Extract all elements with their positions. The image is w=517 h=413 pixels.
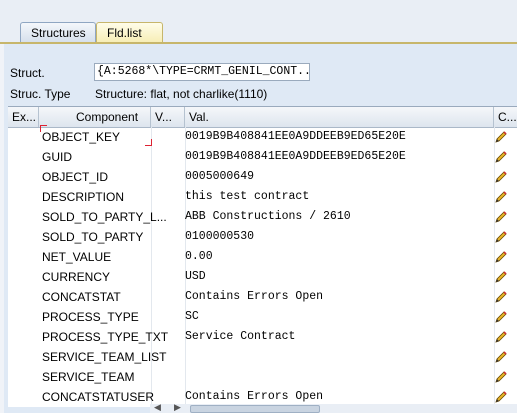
component-cell[interactable]: CONCATSTATUSER bbox=[42, 390, 154, 404]
value-cell[interactable]: 0.00 bbox=[185, 250, 213, 263]
component-cell[interactable]: DESCRIPTION bbox=[42, 190, 124, 204]
pencil-icon[interactable] bbox=[493, 329, 509, 345]
pencil-icon[interactable] bbox=[493, 149, 509, 165]
table-row[interactable]: NET_VALUE 0.00 bbox=[8, 247, 517, 267]
table-row[interactable]: SERVICE_TEAM bbox=[8, 367, 517, 387]
pencil-icon[interactable] bbox=[493, 289, 509, 305]
value-cell[interactable]: SC bbox=[185, 310, 199, 323]
component-cell[interactable]: CONCATSTAT bbox=[42, 290, 121, 304]
value-cell[interactable]: this test contract bbox=[185, 190, 309, 203]
value-cell[interactable]: Service Contract bbox=[185, 330, 295, 343]
struct-label: Struct. bbox=[10, 66, 45, 80]
pencil-icon[interactable] bbox=[493, 229, 509, 245]
table-row[interactable]: GUID 0019B9B408841EE0A9DDEEB9ED65E20E bbox=[8, 147, 517, 167]
table-row[interactable]: PROCESS_TYPE SC bbox=[8, 307, 517, 327]
pencil-icon[interactable] bbox=[493, 249, 509, 265]
tab-fld-list[interactable]: Fld.list bbox=[96, 22, 163, 42]
column-header-c[interactable]: C... bbox=[494, 107, 517, 127]
value-cell[interactable]: 0019B9B408841EE0A9DDEEB9ED65E20E bbox=[185, 150, 406, 163]
table-row[interactable]: OBJECT_ID 0005000649 bbox=[8, 167, 517, 187]
value-cell[interactable]: Contains Errors Open bbox=[185, 290, 323, 303]
arrow-right-icon[interactable]: ▶ bbox=[174, 402, 181, 413]
table-row[interactable]: SOLD_TO_PARTY_L... ABB Constructions / 26… bbox=[8, 207, 517, 227]
column-header-val[interactable]: Val. bbox=[185, 107, 494, 127]
component-cell[interactable]: CURRENCY bbox=[42, 270, 110, 284]
component-cell[interactable]: OBJECT_ID bbox=[42, 170, 108, 184]
value-cell[interactable]: ABB Constructions / 2610 bbox=[185, 210, 351, 223]
table-row[interactable]: DESCRIPTION this test contract bbox=[8, 187, 517, 207]
tab-bar: Structures Fld.list bbox=[0, 0, 517, 44]
pencil-icon[interactable] bbox=[493, 369, 509, 385]
component-cell[interactable]: GUID bbox=[42, 150, 72, 164]
struc-type-value: Structure: flat, not charlike(1110) bbox=[95, 87, 268, 101]
struc-type-label: Struc. Type bbox=[10, 87, 71, 101]
pencil-icon[interactable] bbox=[493, 209, 509, 225]
field-grid: Ex... Component V... Val. C... OBJECT_KE… bbox=[8, 106, 517, 407]
value-cell[interactable]: 0005000649 bbox=[185, 170, 254, 183]
pencil-icon[interactable] bbox=[493, 389, 509, 405]
pencil-icon[interactable] bbox=[493, 309, 509, 325]
value-cell[interactable]: 0019B9B408841EE0A9DDEEB9ED65E20E bbox=[185, 130, 406, 143]
value-cell[interactable]: Contains Errors Open bbox=[185, 390, 323, 403]
value-cell[interactable]: USD bbox=[185, 270, 206, 283]
scrollbar-thumb[interactable] bbox=[190, 405, 320, 413]
table-row[interactable]: OBJECT_KEY 0019B9B408841EE0A9DDEEB9ED65E2… bbox=[8, 127, 517, 147]
pencil-icon[interactable] bbox=[493, 129, 509, 145]
struct-field[interactable]: {A:5268*\TYPE=CRMT_GENIL_CONT... bbox=[94, 63, 310, 81]
tab-structures[interactable]: Structures bbox=[20, 22, 96, 42]
table-row[interactable]: PROCESS_TYPE_TXT Service Contract bbox=[8, 327, 517, 347]
component-cell[interactable]: PROCESS_TYPE bbox=[42, 310, 139, 324]
column-header-component[interactable]: Component bbox=[39, 107, 151, 127]
horizontal-scrollbar[interactable]: ◀ ▶ bbox=[150, 402, 517, 413]
component-cell[interactable]: SOLD_TO_PARTY bbox=[42, 230, 143, 244]
pencil-icon[interactable] bbox=[493, 349, 509, 365]
component-cell[interactable]: PROCESS_TYPE_TXT bbox=[42, 330, 168, 344]
arrow-left-icon[interactable]: ◀ bbox=[154, 402, 161, 413]
component-cell[interactable]: SERVICE_TEAM bbox=[42, 370, 134, 384]
column-header-v[interactable]: V... bbox=[151, 107, 185, 127]
pencil-icon[interactable] bbox=[493, 189, 509, 205]
component-cell[interactable]: NET_VALUE bbox=[42, 250, 111, 264]
table-row[interactable]: SERVICE_TEAM_LIST bbox=[8, 347, 517, 367]
table-row[interactable]: SOLD_TO_PARTY 0100000530 bbox=[8, 227, 517, 247]
value-cell[interactable]: 0100000530 bbox=[185, 230, 254, 243]
component-cell[interactable]: SERVICE_TEAM_LIST bbox=[42, 350, 167, 364]
component-cell[interactable]: SOLD_TO_PARTY_L... bbox=[42, 210, 167, 224]
component-cell[interactable]: OBJECT_KEY bbox=[42, 130, 120, 144]
column-header-ex[interactable]: Ex... bbox=[8, 107, 39, 127]
table-row[interactable]: CONCATSTAT Contains Errors Open bbox=[8, 287, 517, 307]
table-row[interactable]: CURRENCY USD bbox=[8, 267, 517, 287]
pencil-icon[interactable] bbox=[493, 269, 509, 285]
pencil-icon[interactable] bbox=[493, 169, 509, 185]
